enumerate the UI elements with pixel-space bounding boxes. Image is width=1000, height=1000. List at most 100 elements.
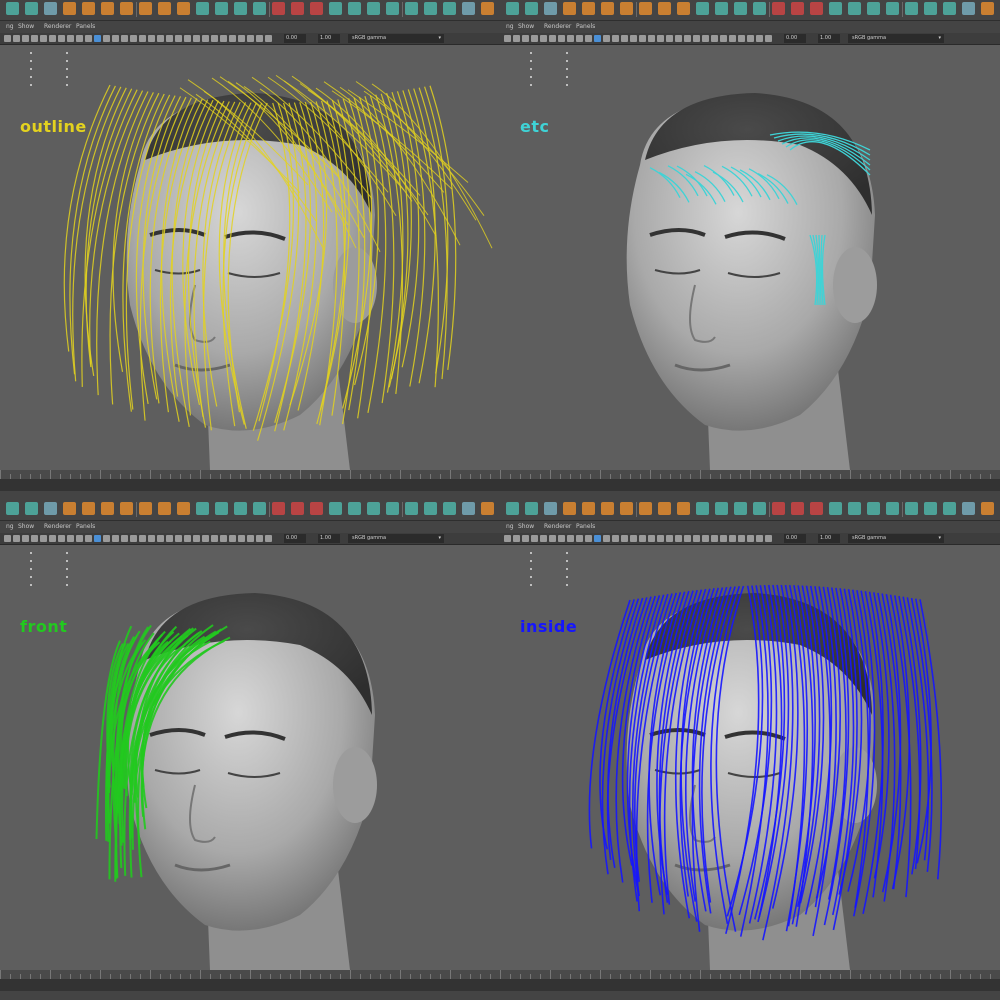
range-slider[interactable] <box>500 491 1000 500</box>
panel-tool-icon[interactable] <box>576 35 583 42</box>
panel-tool-icon[interactable] <box>558 35 565 42</box>
shelf-tool-icon[interactable] <box>481 2 494 15</box>
shelf-tool-icon[interactable] <box>120 2 133 15</box>
panel-tool-icon[interactable] <box>238 535 245 542</box>
panel-tool-icon[interactable] <box>139 535 146 542</box>
panel-tool-icon[interactable] <box>76 35 83 42</box>
color-space-dropdown[interactable]: sRGB gamma ▾ <box>848 534 944 543</box>
panel-tool-icon[interactable] <box>4 535 11 542</box>
shelf-tool-icon[interactable] <box>25 2 38 15</box>
shelf-tool-icon[interactable] <box>329 2 342 15</box>
panel-tool-icon[interactable] <box>184 535 191 542</box>
panel-tool-icon[interactable] <box>594 35 601 42</box>
panel-tool-icon[interactable] <box>738 535 745 542</box>
shelf-tool-icon[interactable] <box>386 2 399 15</box>
panel-tool-icon[interactable] <box>567 535 574 542</box>
panel-tool-icon[interactable] <box>603 35 610 42</box>
shelf-tool-icon[interactable] <box>82 2 95 15</box>
shelf-tool-icon[interactable] <box>139 2 152 15</box>
panel-tool-icon[interactable] <box>756 535 763 542</box>
menu-item-renderer[interactable]: Renderer <box>44 21 71 33</box>
3d-viewport[interactable]: etc <box>500 45 1000 470</box>
panel-tool-icon[interactable] <box>49 535 56 542</box>
shelf-tool-icon[interactable] <box>563 2 576 15</box>
panel-tool-icon[interactable] <box>711 35 718 42</box>
panel-tool-icon[interactable] <box>594 535 601 542</box>
menu-item-renderer[interactable]: Renderer <box>544 521 571 533</box>
panel-tool-icon[interactable] <box>103 535 110 542</box>
panel-tool-icon[interactable] <box>639 35 646 42</box>
panel-tool-icon[interactable] <box>657 35 664 42</box>
gamma-field[interactable]: 1.00 <box>318 34 340 43</box>
shelf-tool-icon[interactable] <box>810 2 823 15</box>
shelf-tool-icon[interactable] <box>506 502 519 515</box>
shelf-tool-icon[interactable] <box>525 502 538 515</box>
viewport-bottom-right[interactable]: ng Show Renderer Panels 0.00 1.00 sRGB gamma ▾ … <box>500 500 1000 1000</box>
panel-tool-icon[interactable] <box>265 535 272 542</box>
panel-tool-icon[interactable] <box>513 535 520 542</box>
viewport-top-left[interactable]: ng Show Renderer Panels 0.00 1.00 sRGB gamma ▾ … <box>0 0 500 500</box>
shelf-tool-icon[interactable] <box>310 2 323 15</box>
shelf-tool-icon[interactable] <box>962 502 975 515</box>
panel-tool-icon[interactable] <box>229 35 236 42</box>
shelf-tool-icon[interactable] <box>196 502 209 515</box>
panel-tool-icon[interactable] <box>504 35 511 42</box>
panel-tool-icon[interactable] <box>648 535 655 542</box>
panel-tool-icon[interactable] <box>666 35 673 42</box>
panel-tool-icon[interactable] <box>765 535 772 542</box>
panel-tool-icon[interactable] <box>603 535 610 542</box>
panel-tool-icon[interactable] <box>58 35 65 42</box>
shelf-tool-icon[interactable] <box>905 2 918 15</box>
shelf-tool-icon[interactable] <box>772 502 785 515</box>
shelf-tool-icon[interactable] <box>658 502 671 515</box>
3d-viewport[interactable]: front <box>0 545 500 970</box>
shelf-tool-icon[interactable] <box>158 502 171 515</box>
shelf-tool-icon[interactable] <box>310 502 323 515</box>
shelf-tool-icon[interactable] <box>753 502 766 515</box>
shelf-tool-icon[interactable] <box>367 2 380 15</box>
panel-tool-icon[interactable] <box>40 35 47 42</box>
shelf-tool-icon[interactable] <box>424 502 437 515</box>
shelf-tool-icon[interactable] <box>6 502 19 515</box>
panel-tool-icon[interactable] <box>94 535 101 542</box>
shelf-tool-icon[interactable] <box>462 502 475 515</box>
panel-tool-icon[interactable] <box>612 35 619 42</box>
shelf-tool-icon[interactable] <box>791 2 804 15</box>
panel-tool-icon[interactable] <box>67 35 74 42</box>
viewport-top-right[interactable]: ng Show Renderer Panels 0.00 1.00 sRGB gamma ▾ … <box>500 0 1000 500</box>
shelf-tool-icon[interactable] <box>272 502 285 515</box>
shelf-tool-icon[interactable] <box>829 502 842 515</box>
panel-tool-icon[interactable] <box>184 35 191 42</box>
panel-tool-icon[interactable] <box>256 35 263 42</box>
shelf-tool-icon[interactable] <box>101 2 114 15</box>
panel-tool-icon[interactable] <box>657 535 664 542</box>
shelf-tool-icon[interactable] <box>525 2 538 15</box>
shelf-tool-icon[interactable] <box>582 502 595 515</box>
shelf-tool-icon[interactable] <box>462 2 475 15</box>
panel-tool-icon[interactable] <box>130 35 137 42</box>
shelf-tool-icon[interactable] <box>63 502 76 515</box>
timeline-slider[interactable] <box>0 470 500 500</box>
panel-tool-icon[interactable] <box>585 35 592 42</box>
menu-item-ng[interactable]: ng <box>506 521 514 533</box>
shelf-tool-icon[interactable] <box>810 502 823 515</box>
shelf-tool-icon[interactable] <box>943 2 956 15</box>
panel-tool-icon[interactable] <box>220 535 227 542</box>
panel-tool-icon[interactable] <box>202 535 209 542</box>
shelf-tool-icon[interactable] <box>253 2 266 15</box>
shelf-tool-icon[interactable] <box>481 502 494 515</box>
panel-tool-icon[interactable] <box>166 535 173 542</box>
panel-tool-icon[interactable] <box>585 535 592 542</box>
panel-tool-icon[interactable] <box>702 535 709 542</box>
panel-tool-icon[interactable] <box>648 35 655 42</box>
panel-tool-icon[interactable] <box>540 35 547 42</box>
panel-tool-icon[interactable] <box>576 535 583 542</box>
shelf-tool-icon[interactable] <box>139 502 152 515</box>
3d-viewport[interactable]: outline <box>0 45 500 470</box>
panel-tool-icon[interactable] <box>22 535 29 542</box>
panel-tool-icon[interactable] <box>630 535 637 542</box>
shelf-tool-icon[interactable] <box>177 502 190 515</box>
shelf-tool-icon[interactable] <box>101 502 114 515</box>
timeline-track[interactable] <box>0 979 500 991</box>
menu-item-panels[interactable]: Panels <box>76 21 95 33</box>
